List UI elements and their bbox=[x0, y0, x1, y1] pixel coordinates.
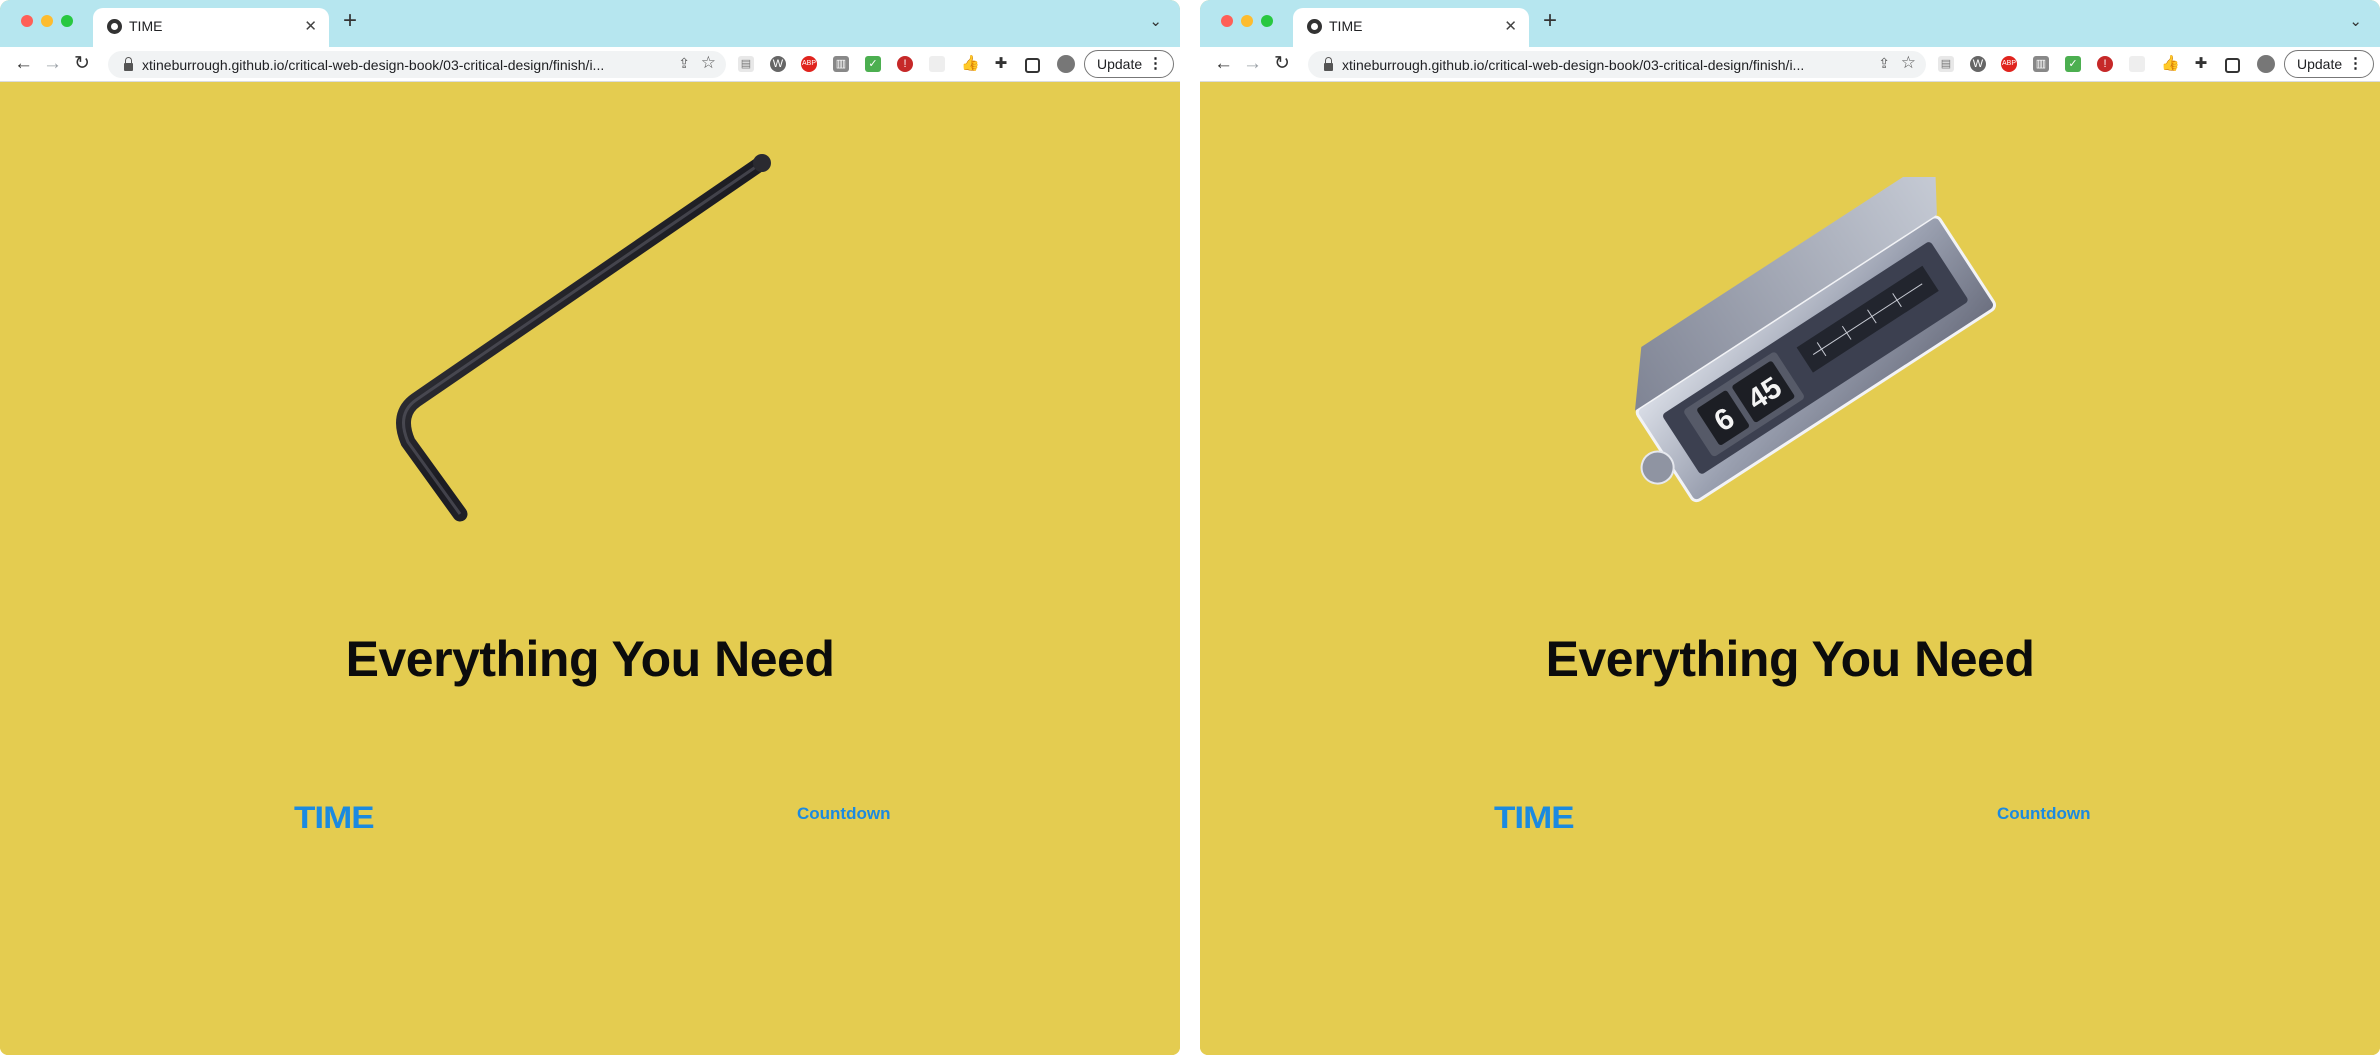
countdown-link[interactable]: Countdown bbox=[1997, 804, 2090, 824]
wp-icon[interactable]: W bbox=[1970, 56, 1986, 72]
close-tab-icon[interactable]: ✕ bbox=[1504, 17, 1517, 35]
update-label: Update bbox=[2297, 56, 2343, 72]
lock-icon[interactable] bbox=[1324, 57, 1333, 71]
globe-icon bbox=[1307, 19, 1322, 34]
address-bar[interactable]: xtineburrough.github.io/critical-web-des… bbox=[108, 51, 726, 78]
browser-tab[interactable]: TIME ✕ bbox=[1293, 8, 1529, 47]
maximize-window-button[interactable] bbox=[1261, 15, 1273, 27]
update-button[interactable]: Update ⋮ bbox=[1084, 50, 1174, 78]
doc-icon[interactable]: ▤ bbox=[1938, 56, 1954, 72]
tab-search-chevron-icon[interactable]: ⌄ bbox=[2349, 12, 2362, 30]
reload-button[interactable]: ↻ bbox=[74, 52, 90, 76]
blank-icon[interactable] bbox=[2129, 56, 2145, 72]
time-logo-link[interactable]: TIME bbox=[294, 800, 375, 836]
close-window-button[interactable] bbox=[1221, 15, 1233, 27]
browser-tab[interactable]: TIME ✕ bbox=[93, 8, 329, 47]
browser-window-right: TIME ✕ + ⌄ ← → ↻ xtineburrough.github.io… bbox=[1200, 0, 2380, 1055]
page-headline: Everything You Need bbox=[1545, 631, 2035, 687]
bookmark-star-icon[interactable]: ☆ bbox=[701, 53, 716, 73]
forward-button[interactable]: → bbox=[43, 52, 62, 76]
minimize-window-button[interactable] bbox=[1241, 15, 1253, 27]
thumbs-up-icon[interactable]: 👍 bbox=[961, 56, 980, 72]
url-text[interactable]: xtineburrough.github.io/critical-web-des… bbox=[142, 57, 682, 73]
trash-icon[interactable]: ▥ bbox=[2033, 56, 2049, 72]
tab-bar: TIME ✕ + ⌄ bbox=[1200, 0, 2380, 47]
close-window-button[interactable] bbox=[21, 15, 33, 27]
update-button[interactable]: Update ⋮ bbox=[2284, 50, 2374, 78]
address-bar[interactable]: xtineburrough.github.io/critical-web-des… bbox=[1308, 51, 1926, 78]
page-content: Everything You Need TIME Countdown bbox=[0, 82, 1180, 1055]
forward-button[interactable]: → bbox=[1243, 52, 1262, 76]
check-icon[interactable]: ✓ bbox=[2065, 56, 2081, 72]
abp-icon[interactable]: ABP bbox=[801, 56, 817, 72]
browser-window-left: TIME ✕ + ⌄ ← → ↻ xtineburrough.github.io… bbox=[0, 0, 1180, 1055]
lock-icon[interactable] bbox=[124, 57, 133, 71]
blank-icon[interactable] bbox=[929, 56, 945, 72]
sidebar-icon[interactable] bbox=[1025, 58, 1040, 73]
url-text[interactable]: xtineburrough.github.io/critical-web-des… bbox=[1342, 57, 1882, 73]
check-icon[interactable]: ✓ bbox=[865, 56, 881, 72]
close-tab-icon[interactable]: ✕ bbox=[304, 17, 317, 35]
back-button[interactable]: ← bbox=[14, 52, 33, 76]
share-icon[interactable]: ⇪ bbox=[678, 55, 690, 72]
page-headline: Everything You Need bbox=[345, 631, 835, 687]
back-button[interactable]: ← bbox=[1214, 52, 1233, 76]
sidebar-icon[interactable] bbox=[2225, 58, 2240, 73]
trash-icon[interactable]: ▥ bbox=[833, 56, 849, 72]
wp-icon[interactable]: W bbox=[770, 56, 786, 72]
thumbs-up-icon[interactable]: 👍 bbox=[2161, 56, 2180, 72]
time-logo-link[interactable]: TIME bbox=[1494, 800, 1575, 836]
profile-avatar[interactable] bbox=[2257, 55, 2275, 73]
puzzle-icon[interactable]: ✚ bbox=[2193, 56, 2209, 72]
puzzle-icon[interactable]: ✚ bbox=[993, 56, 1009, 72]
flip-clock-radio-image: 6 45 bbox=[1634, 177, 1997, 503]
share-icon[interactable]: ⇪ bbox=[1878, 55, 1890, 72]
countdown-link[interactable]: Countdown bbox=[797, 804, 890, 824]
abp-icon[interactable]: ABP bbox=[2001, 56, 2017, 72]
globe-icon bbox=[107, 19, 122, 34]
browser-toolbar: ← → ↻ xtineburrough.github.io/critical-w… bbox=[1200, 47, 2380, 82]
update-label: Update bbox=[1097, 56, 1143, 72]
bookmark-star-icon[interactable]: ☆ bbox=[1901, 53, 1916, 73]
new-tab-button[interactable]: + bbox=[1543, 9, 1557, 33]
browser-toolbar: ← → ↻ xtineburrough.github.io/critical-w… bbox=[0, 47, 1180, 82]
reload-button[interactable]: ↻ bbox=[1274, 52, 1290, 76]
shield-icon[interactable]: ! bbox=[2097, 56, 2113, 72]
page-content: 6 45 Everything You Need TIME Countdown bbox=[1200, 82, 2380, 1055]
hex-key-wrench-image bbox=[396, 154, 771, 522]
more-menu-icon[interactable]: ⋮ bbox=[1148, 54, 1163, 72]
shield-icon[interactable]: ! bbox=[897, 56, 913, 72]
tab-search-chevron-icon[interactable]: ⌄ bbox=[1149, 12, 1162, 30]
doc-icon[interactable]: ▤ bbox=[738, 56, 754, 72]
tab-title: TIME bbox=[1329, 18, 1363, 34]
tab-title: TIME bbox=[129, 18, 163, 34]
new-tab-button[interactable]: + bbox=[343, 9, 357, 33]
minimize-window-button[interactable] bbox=[41, 15, 53, 27]
tab-bar: TIME ✕ + ⌄ bbox=[0, 0, 1180, 47]
profile-avatar[interactable] bbox=[1057, 55, 1075, 73]
maximize-window-button[interactable] bbox=[61, 15, 73, 27]
more-menu-icon[interactable]: ⋮ bbox=[2348, 54, 2363, 72]
